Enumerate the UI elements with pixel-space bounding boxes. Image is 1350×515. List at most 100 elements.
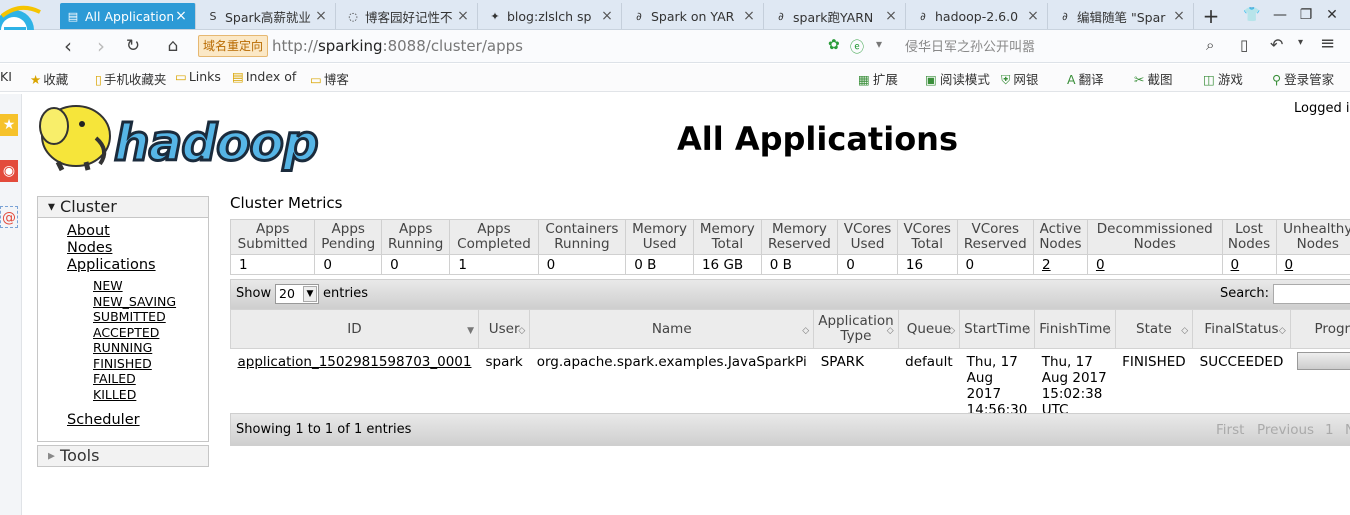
metrics-link[interactable]: 0 <box>1096 257 1105 273</box>
mobile-icon[interactable]: ▯ <box>1240 36 1248 54</box>
bookmark-item[interactable]: ▭ 博客 <box>310 69 349 88</box>
nav-state-new-saving-link[interactable]: NEW_SAVING <box>93 294 176 309</box>
reload-button[interactable]: ↻ <box>120 33 146 59</box>
column-header[interactable]: Progress◇ <box>1289 309 1350 349</box>
metrics-header-text: Lost <box>1235 221 1263 237</box>
toolbar-item-label: 阅读模式 <box>939 72 990 87</box>
metrics-header: Lost Nodes <box>1221 219 1277 255</box>
redirect-badge[interactable]: 域名重定向 <box>198 35 269 57</box>
close-tab-icon[interactable]: × <box>883 8 899 24</box>
metrics-link[interactable]: 0 <box>1231 257 1240 273</box>
tab-6[interactable]: ∂ spark跑YARN × <box>768 3 906 29</box>
nav-state-failed-link[interactable]: FAILED <box>93 371 136 386</box>
nav-state-finished-link[interactable]: FINISHED <box>93 356 152 371</box>
application-id-link[interactable]: application_1502981598703_0001 <box>238 354 472 370</box>
search-icon[interactable]: ⌕ <box>1206 36 1214 54</box>
metrics-header: VCores Used <box>837 219 898 255</box>
bookmark-item[interactable]: ▭ Links <box>175 69 221 84</box>
toolbar-item[interactable]: ▦ 扩展 <box>858 69 898 88</box>
security-icon[interactable]: ✿ <box>828 37 840 53</box>
close-tab-icon[interactable]: × <box>313 8 329 24</box>
url-path: :8088/cluster/apps <box>382 37 523 55</box>
toolbar-item[interactable]: ⛨ 网银 <box>1001 69 1038 88</box>
nav-state-running-link[interactable]: RUNNING <box>93 340 152 355</box>
skin-icon[interactable]: 👕 <box>1240 4 1264 26</box>
nav-scheduler-link[interactable]: Scheduler <box>67 412 140 428</box>
toolbar-item[interactable]: ✂ 截图 <box>1134 69 1173 88</box>
address-dropdown-icon[interactable]: ▾ <box>876 37 882 51</box>
pager-button[interactable]: First <box>1216 422 1244 438</box>
pager-button[interactable]: N <box>1345 422 1350 438</box>
minimize-button[interactable]: — <box>1268 4 1292 26</box>
compat-mode-icon[interactable]: ⓔ <box>850 37 864 57</box>
close-tab-icon[interactable]: × <box>741 8 757 24</box>
column-header[interactable]: ID ▼ <box>230 309 479 349</box>
nav-state-submitted-link[interactable]: SUBMITTED <box>93 309 166 324</box>
menu-icon[interactable]: ≡ <box>1320 33 1335 54</box>
nav-about-link[interactable]: About <box>67 223 110 239</box>
page-icon: ▤ <box>232 69 244 84</box>
bookmark-overflow[interactable]: KI <box>0 69 12 84</box>
metrics-cell: 0 <box>537 254 627 275</box>
nav-nodes-link[interactable]: Nodes <box>67 240 112 256</box>
tab-3[interactable]: ◌ 博客园好记性不 × <box>340 3 478 29</box>
tab-5[interactable]: ∂ Spark on YAR × <box>626 3 764 29</box>
bookmark-item[interactable]: ★ 收藏 <box>30 69 68 88</box>
nav-state-killed-link[interactable]: KILLED <box>93 387 136 402</box>
search-input[interactable]: 侵华日军之孙公开叫嚣 <box>905 36 1035 55</box>
close-tab-icon[interactable]: × <box>1025 8 1041 24</box>
tab-4[interactable]: ✦ blog:zlslch sp × <box>482 3 622 29</box>
column-header[interactable]: Queue ◇ <box>897 309 961 349</box>
toolbar-item-label: 翻译 <box>1078 72 1104 87</box>
mail-icon[interactable]: @ <box>0 206 18 228</box>
column-header[interactable]: Name ◇ <box>529 309 815 349</box>
home-button[interactable]: ⌂ <box>160 33 186 59</box>
nav-applications-link[interactable]: Applications <box>67 257 156 273</box>
toolbar-item[interactable]: ◫ 游戏 <box>1203 69 1243 88</box>
column-header[interactable]: Application Type ◇ <box>813 309 899 349</box>
new-tab-button[interactable]: + <box>1195 3 1227 29</box>
tab-2[interactable]: S Spark高薪就业 × <box>200 3 336 29</box>
bookmark-item[interactable]: ▯ 手机收藏夹 <box>95 69 166 88</box>
close-tab-icon[interactable]: × <box>455 8 471 24</box>
favorites-icon[interactable]: ★ <box>0 114 18 136</box>
apps-search-input[interactable] <box>1273 284 1350 304</box>
metrics-link[interactable]: 2 <box>1042 257 1051 273</box>
metrics-header: Containers Running <box>537 219 627 255</box>
close-tab-icon[interactable]: × <box>599 8 615 24</box>
forward-button[interactable]: › <box>88 33 114 59</box>
undo-dropdown-icon[interactable]: ▾ <box>1298 37 1303 48</box>
column-header[interactable]: FinishTime ◇ <box>1034 309 1116 349</box>
close-tab-icon[interactable]: × <box>1171 8 1187 24</box>
back-button[interactable]: ‹ <box>55 33 81 59</box>
page-size-select[interactable]: 20 ▼ <box>275 284 319 304</box>
column-header[interactable]: StartTime ◇ <box>959 309 1036 349</box>
toolbar-item[interactable]: A 翻译 <box>1067 69 1104 88</box>
maximize-button[interactable]: ❐ <box>1294 4 1318 26</box>
nav-state-new-link[interactable]: NEW <box>93 278 123 293</box>
weibo-icon[interactable]: ◉ <box>0 160 18 182</box>
column-header[interactable]: User ◇ <box>477 309 531 349</box>
tab-1[interactable]: ▤ All Application × <box>60 3 196 29</box>
bookmark-item[interactable]: ▤ Index of <box>232 69 296 84</box>
close-tab-icon[interactable]: × <box>173 8 189 24</box>
apps-table-footer: Showing 1 to 1 of 1 entries <box>230 413 1350 446</box>
metrics-link[interactable]: 0 <box>1285 257 1294 273</box>
nav-state-accepted-link[interactable]: ACCEPTED <box>93 325 159 340</box>
toolbar-item[interactable]: ▣ 阅读模式 <box>925 69 990 88</box>
column-header[interactable]: FinalStatus ◇ <box>1192 309 1291 349</box>
close-window-button[interactable]: ✕ <box>1320 4 1344 26</box>
hadoop-logo[interactable]: hadoop <box>36 98 338 174</box>
toolbar-item[interactable]: ⚲ 登录管家 <box>1272 69 1334 88</box>
nav-tools-header[interactable]: ▶ Tools <box>37 445 209 467</box>
column-header[interactable]: State ◇ <box>1114 309 1194 349</box>
nav-cluster-header[interactable]: ▼ Cluster <box>37 196 209 218</box>
pager-button[interactable]: 1 <box>1325 422 1334 438</box>
bookmark-label: 博客 <box>323 72 349 87</box>
metrics-header: Apps Pending <box>314 219 383 255</box>
undo-icon[interactable]: ↶ <box>1270 35 1283 54</box>
tab-7[interactable]: ∂ hadoop-2.6.0 × <box>910 3 1048 29</box>
address-bar[interactable]: http://sparking:8088/cluster/apps <box>272 37 523 55</box>
tab-8[interactable]: ∂ 编辑随笔 "Spar × <box>1052 3 1194 29</box>
pager-button[interactable]: Previous <box>1257 422 1314 438</box>
